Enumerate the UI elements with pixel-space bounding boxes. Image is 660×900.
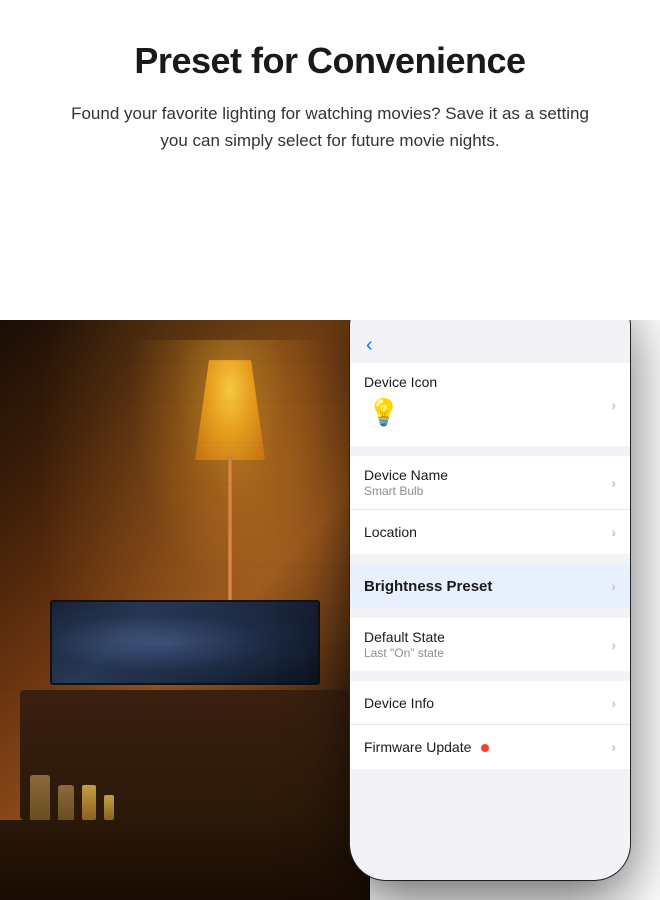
decorative-items bbox=[30, 770, 114, 820]
default-state-title: Default State bbox=[364, 629, 611, 645]
device-name-left: Device Name Smart Bulb bbox=[364, 467, 611, 498]
device-icon-left: Device Icon 💡 bbox=[364, 374, 611, 435]
device-name-right: › bbox=[611, 475, 616, 491]
bottle-small bbox=[58, 785, 74, 820]
section-gap-1 bbox=[350, 448, 630, 456]
device-icon-right: › bbox=[611, 397, 616, 413]
chevron-icon: › bbox=[611, 578, 616, 594]
bottle bbox=[30, 775, 50, 820]
location-title: Location bbox=[364, 524, 611, 540]
bulb-icon-container: 💡 bbox=[364, 390, 404, 435]
firmware-update-right: › bbox=[611, 739, 616, 755]
back-arrow-icon[interactable]: ‹ bbox=[366, 334, 373, 356]
firmware-update-left: Firmware Update bbox=[364, 739, 611, 755]
chevron-icon: › bbox=[611, 637, 616, 653]
vase bbox=[82, 785, 96, 820]
device-info-left: Device Info bbox=[364, 695, 611, 711]
app-content: ‹ Device Icon 💡 bbox=[350, 326, 630, 880]
chevron-icon: › bbox=[611, 524, 616, 540]
section-gap-4 bbox=[350, 673, 630, 681]
device-icon-title: Device Icon bbox=[364, 374, 611, 390]
chevron-icon: › bbox=[611, 475, 616, 491]
floor bbox=[0, 820, 370, 900]
phone-frame: ∿ 98% ‹ bbox=[350, 320, 630, 880]
room-background bbox=[0, 320, 370, 900]
firmware-update-title: Firmware Update bbox=[364, 739, 611, 755]
device-name-subtitle: Smart Bulb bbox=[364, 484, 611, 498]
page-subtitle: Found your favorite lighting for watchin… bbox=[70, 100, 590, 154]
device-icon-section: Device Icon 💡 › bbox=[350, 363, 630, 446]
default-state-right: › bbox=[611, 637, 616, 653]
device-info-title: Device Info bbox=[364, 695, 611, 711]
device-name-section: Device Name Smart Bulb › bbox=[350, 456, 630, 554]
phone-container: ∿ 98% ‹ bbox=[350, 320, 630, 880]
red-dot bbox=[481, 744, 489, 752]
location-right: › bbox=[611, 524, 616, 540]
top-section: Preset for Convenience Found your favori… bbox=[0, 0, 660, 184]
phone-screen: ∿ 98% ‹ bbox=[350, 320, 630, 880]
page-title: Preset for Convenience bbox=[60, 40, 600, 82]
bottom-section: ∿ 98% ‹ bbox=[0, 320, 660, 900]
cabinet bbox=[20, 690, 350, 820]
device-name-title: Device Name bbox=[364, 467, 611, 483]
default-state-subtitle: Last "On" state bbox=[364, 646, 611, 660]
settings-list: Device Icon 💡 › bbox=[350, 363, 630, 769]
info-section: Device Info › Firmware Upd bbox=[350, 681, 630, 769]
device-info-right: › bbox=[611, 695, 616, 711]
chevron-icon: › bbox=[611, 695, 616, 711]
location-item[interactable]: Location › bbox=[350, 510, 630, 554]
firmware-update-item[interactable]: Firmware Update › bbox=[350, 725, 630, 769]
back-button[interactable]: ‹ bbox=[350, 326, 630, 363]
page-wrapper: Preset for Convenience Found your favori… bbox=[0, 0, 660, 900]
brightness-preset-section: Brightness Preset › bbox=[350, 564, 630, 608]
device-info-item[interactable]: Device Info › bbox=[350, 681, 630, 725]
section-gap-3 bbox=[350, 610, 630, 618]
device-icon-item[interactable]: Device Icon 💡 › bbox=[350, 363, 630, 446]
device-name-item[interactable]: Device Name Smart Bulb › bbox=[350, 456, 630, 510]
vase-small bbox=[104, 795, 114, 820]
chevron-icon: › bbox=[611, 397, 616, 413]
brightness-preset-item[interactable]: Brightness Preset › bbox=[350, 564, 630, 608]
bulb-icon: 💡 bbox=[368, 397, 400, 428]
chevron-icon: › bbox=[611, 739, 616, 755]
brightness-preset-title: Brightness Preset bbox=[364, 578, 611, 595]
brightness-preset-right: › bbox=[611, 578, 616, 594]
brightness-preset-left: Brightness Preset bbox=[364, 578, 611, 595]
default-state-section: Default State Last "On" state › bbox=[350, 618, 630, 671]
section-gap-2 bbox=[350, 556, 630, 564]
default-state-item[interactable]: Default State Last "On" state › bbox=[350, 618, 630, 671]
default-state-left: Default State Last "On" state bbox=[364, 629, 611, 660]
location-left: Location bbox=[364, 524, 611, 540]
